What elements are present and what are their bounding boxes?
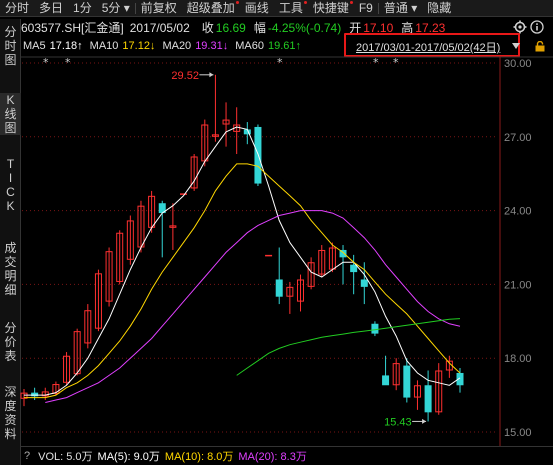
ma-line-ma10 <box>24 163 461 399</box>
vol-ma5: MA(5): 9.0万 <box>97 451 160 463</box>
y-tick-label: 27.00 <box>504 132 532 144</box>
y-tick-label: 24.00 <box>504 206 532 218</box>
ma-line-ma60 <box>236 318 461 376</box>
y-tick-label: 30.00 <box>504 58 532 70</box>
candle-body <box>403 365 411 398</box>
vol-ma10: MA(10): 8.0万 <box>164 451 234 463</box>
candle-body <box>424 385 432 413</box>
high-price-label: 29.52 <box>171 70 199 82</box>
ma-line-ma5 <box>24 126 461 396</box>
vol-value: VOL: 5.0万 <box>38 451 93 463</box>
vol-ma20: MA(20): 8.3万 <box>238 451 307 463</box>
low-arrow-icon <box>422 418 427 424</box>
y-tick-label: 21.00 <box>504 279 532 291</box>
y-tick-label: 18.00 <box>504 353 532 365</box>
candle-body <box>371 323 379 334</box>
candle-body <box>180 193 188 195</box>
candle-body <box>31 392 39 397</box>
event-marker-icon: * <box>65 56 71 69</box>
help-icon[interactable]: ? <box>24 450 30 462</box>
low-price-label: 15.43 <box>384 416 412 428</box>
candle-body <box>265 254 273 257</box>
price-chart[interactable]: 30.00 27.00 24.00 21.00 18.00 15.00 * * * * * 29.52… <box>0 0 553 465</box>
y-tick-label: 15.00 <box>504 427 532 439</box>
volume-indicator-bar: ? VOL: 5.0万 MA(5): 9.0万 MA(10): 8.0万 MA(… <box>21 446 553 465</box>
high-arrow-icon <box>209 72 214 78</box>
event-marker-icon: * <box>373 56 379 69</box>
candle-body <box>382 375 390 386</box>
event-marker-icon: * <box>277 56 283 69</box>
event-marker-icon: * <box>43 56 49 69</box>
event-marker-icon: * <box>393 56 399 69</box>
candle-body <box>275 279 283 297</box>
ma-line-ma20 <box>45 210 461 403</box>
candle-body <box>360 279 368 287</box>
